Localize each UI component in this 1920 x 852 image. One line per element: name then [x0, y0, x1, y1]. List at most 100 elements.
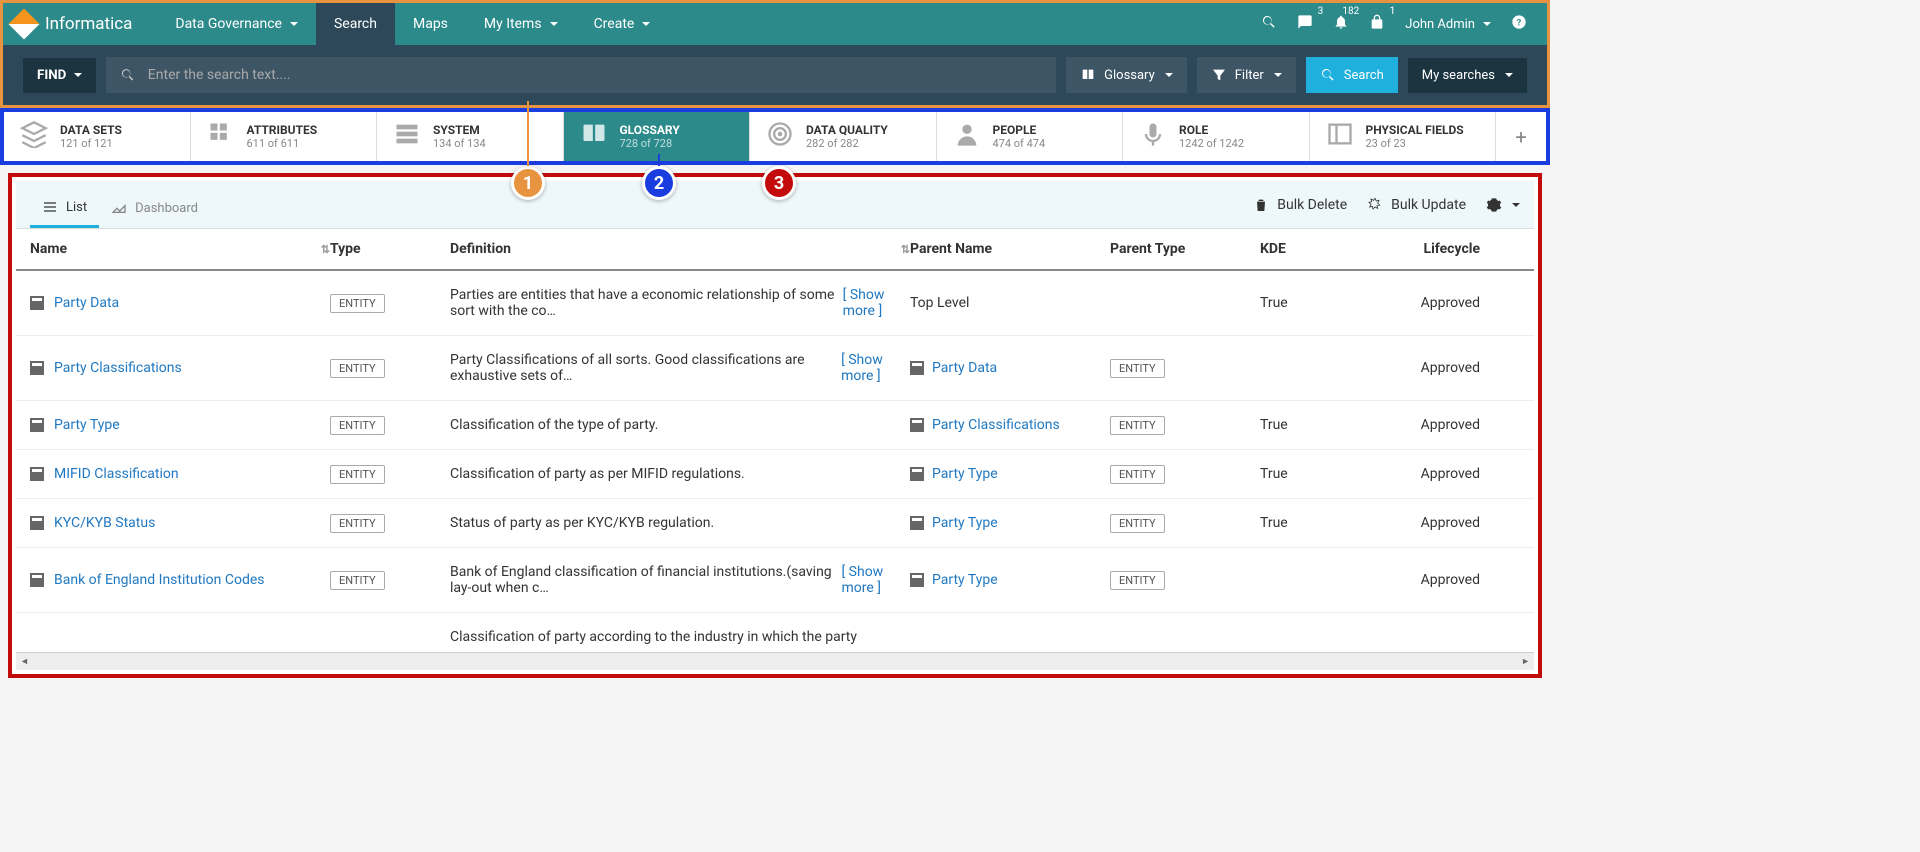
parent-type-chip: ENTITY: [1110, 359, 1165, 378]
target-icon: [766, 120, 794, 154]
col-parent-type[interactable]: Parent Type: [1110, 241, 1260, 257]
show-more-link[interactable]: [ Show more ]: [841, 352, 910, 384]
mic-icon: [1139, 120, 1167, 154]
brand-logo[interactable]: Informatica: [3, 3, 157, 45]
asset-tab-physical-fields[interactable]: PHYSICAL FIELDS23 of 23: [1310, 112, 1497, 161]
table-row: Party Classifications ENTITY Party Classif…: [16, 336, 1534, 401]
parent-link[interactable]: Party Classifications: [932, 417, 1060, 433]
item-name-link[interactable]: KYC/KYB Status: [54, 515, 155, 531]
asset-tab-role[interactable]: ROLE1242 of 1242: [1123, 112, 1310, 161]
callout-line-1: [527, 101, 529, 169]
nav-item-maps[interactable]: Maps: [395, 3, 466, 45]
filter-dropdown[interactable]: Filter: [1197, 57, 1296, 93]
nav-item-data-governance[interactable]: Data Governance: [157, 3, 316, 45]
kde-value: True: [1260, 466, 1410, 482]
col-definition[interactable]: Definition: [450, 241, 511, 257]
asset-tab-people[interactable]: PEOPLE474 of 474: [937, 112, 1124, 161]
asset-tab-data-sets[interactable]: DATA SETS121 of 121: [4, 112, 191, 161]
view-tab-dashboard[interactable]: Dashboard: [99, 191, 210, 227]
parent-link[interactable]: Party Type: [932, 466, 998, 482]
parent-link[interactable]: Party Data: [932, 360, 997, 376]
lock-icon[interactable]: 1: [1369, 14, 1385, 34]
search-icon[interactable]: [1261, 14, 1277, 34]
sort-icon[interactable]: ⇅: [901, 243, 910, 256]
svg-text:?: ?: [1517, 17, 1522, 28]
lifecycle-value: Approved: [1410, 466, 1480, 482]
lifecycle-value: Approved: [1410, 417, 1480, 433]
col-kde[interactable]: KDE: [1260, 241, 1410, 257]
item-name-link[interactable]: MIFID Classification: [54, 466, 179, 482]
bulk-delete-button[interactable]: Bulk Delete: [1253, 197, 1347, 213]
results-panel: List Dashboard Bulk Delete Bulk Update N…: [8, 173, 1542, 678]
nav-item-create[interactable]: Create: [576, 3, 669, 45]
show-more-link[interactable]: [ Show more ]: [841, 564, 910, 596]
nav-item-search[interactable]: Search: [316, 3, 395, 45]
top-nav: Informatica Data GovernanceSearchMapsMy …: [0, 0, 1550, 45]
book-icon: [910, 361, 924, 375]
sort-icon[interactable]: ⇅: [321, 243, 330, 256]
parent-link[interactable]: Party Type: [932, 515, 998, 531]
chat-icon[interactable]: 3: [1297, 14, 1313, 34]
asset-tab-system[interactable]: SYSTEM134 of 134: [377, 112, 564, 161]
bell-badge: 182: [1342, 6, 1359, 17]
kde-value: True: [1260, 417, 1410, 433]
item-name-link[interactable]: Party Data: [54, 295, 119, 311]
book-icon: [580, 120, 608, 154]
lifecycle-value: Approved: [1410, 295, 1480, 311]
item-name-link[interactable]: Bank of England Institution Codes: [54, 572, 265, 588]
user-name: John Admin: [1405, 17, 1475, 32]
search-input[interactable]: [148, 67, 1042, 83]
col-type[interactable]: Type: [330, 241, 450, 257]
col-parent-name[interactable]: Parent Name: [910, 241, 1110, 257]
item-name-link[interactable]: Party Type: [54, 417, 120, 433]
table-row: Party DataENTITYParties are entities tha…: [16, 271, 1534, 336]
settings-menu[interactable]: [1486, 197, 1520, 213]
find-dropdown[interactable]: FIND: [23, 58, 96, 93]
my-searches-dropdown[interactable]: My searches: [1408, 58, 1527, 93]
grid-icon: [207, 120, 235, 154]
book-icon: [30, 296, 44, 310]
bulk-update-button[interactable]: Bulk Update: [1367, 197, 1466, 213]
col-name[interactable]: Name: [30, 241, 67, 257]
asset-tab-attributes[interactable]: ATTRIBUTES611 of 611: [191, 112, 378, 161]
definition-text: Classification of party as per MIFID reg…: [450, 466, 910, 482]
type-chip: ENTITY: [330, 571, 385, 590]
asset-tab-glossary[interactable]: GLOSSARY728 of 728: [564, 112, 751, 161]
add-asset-tab[interactable]: +: [1496, 112, 1546, 161]
help-icon[interactable]: ?: [1511, 14, 1527, 34]
view-tab-list[interactable]: List: [30, 189, 99, 228]
parent-link[interactable]: Party Type: [932, 572, 998, 588]
search-input-wrap[interactable]: [106, 57, 1056, 93]
callout-1: 1: [511, 166, 545, 200]
search-button[interactable]: Search: [1306, 57, 1398, 93]
lifecycle-value: Approved: [1410, 360, 1480, 376]
col-lifecycle[interactable]: Lifecycle: [1410, 241, 1480, 257]
layout-icon: [1326, 120, 1354, 154]
person-icon: [953, 120, 981, 154]
horizontal-scrollbar[interactable]: [16, 652, 1534, 670]
definition-text: Parties are entities that have a economi…: [450, 287, 910, 319]
search-bar: FIND Glossary Filter Search My searches: [0, 45, 1550, 108]
show-more-link[interactable]: [ Show more ]: [843, 287, 910, 319]
type-chip: ENTITY: [330, 359, 385, 378]
callout-3: 3: [762, 166, 796, 200]
layers-icon: [20, 120, 48, 154]
table-body[interactable]: Party Data ENTITY Parties are entities tha…: [16, 271, 1534, 652]
table-row: MIFID ClassificationENTITYClassification…: [16, 450, 1534, 499]
bell-icon[interactable]: 182: [1333, 14, 1349, 34]
table-row: Classification of party according to the…: [16, 613, 1534, 652]
table-row: KYC/KYB StatusENTITYStatus of party as p…: [16, 499, 1534, 548]
user-menu[interactable]: John Admin: [1405, 17, 1491, 32]
definition-text: Classification of the type of party.: [450, 417, 910, 433]
callout-2: 2: [642, 166, 676, 200]
asset-tab-data-quality[interactable]: DATA QUALITY282 of 282: [750, 112, 937, 161]
definition-text: Party Classifications of all sorts. Good…: [450, 352, 910, 384]
book-icon: [910, 467, 924, 481]
table-row: Party Type ENTITY Classification of the ty…: [16, 401, 1534, 450]
type-chip: ENTITY: [330, 416, 385, 435]
logo-icon: [8, 8, 39, 39]
nav-item-my-items[interactable]: My Items: [466, 3, 576, 45]
item-name-link[interactable]: Party Classifications: [54, 360, 182, 376]
glossary-dropdown[interactable]: Glossary: [1066, 57, 1187, 93]
asset-type-tabs: DATA SETS121 of 121ATTRIBUTES611 of 611S…: [0, 108, 1550, 165]
